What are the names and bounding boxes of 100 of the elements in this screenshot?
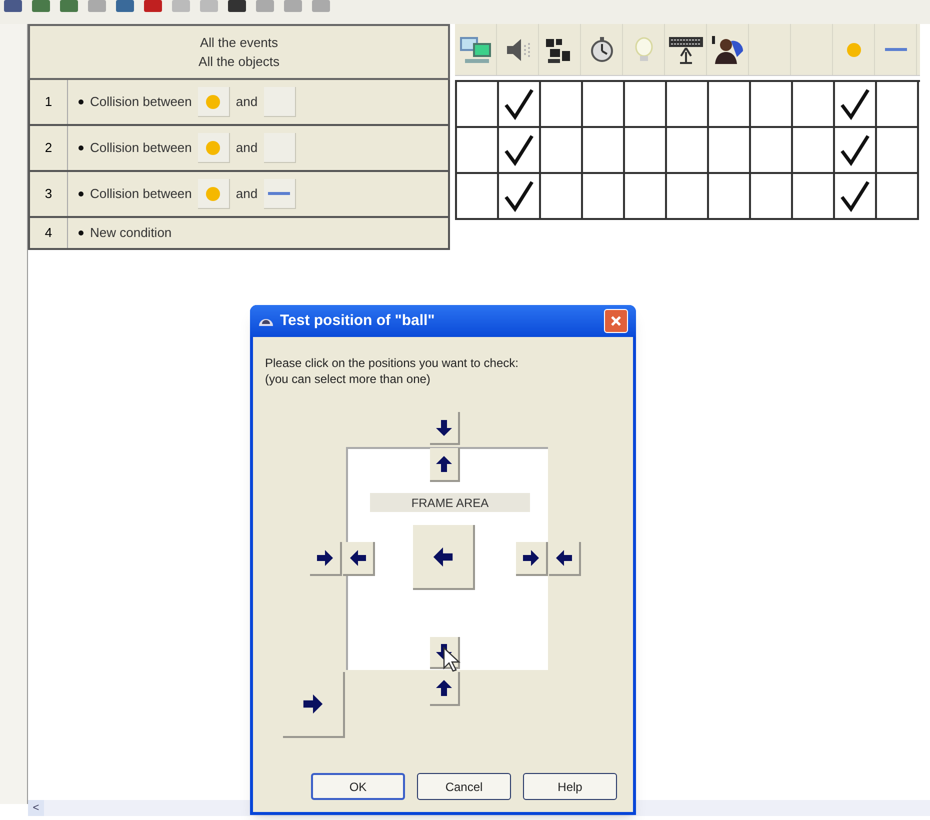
dialog-button[interactable]: Cancel: [417, 773, 511, 800]
event-row[interactable]: 4 New condition: [28, 218, 450, 250]
row-number: 2: [30, 126, 68, 170]
mouse-cursor-icon: [443, 647, 461, 673]
grid-cell[interactable]: [793, 174, 835, 220]
grid-cell[interactable]: [709, 174, 751, 220]
row-number: 1: [30, 80, 68, 124]
grid-cell[interactable]: [457, 128, 499, 174]
row-number: 4: [30, 218, 68, 248]
frame-area-label: FRAME AREA: [370, 493, 530, 512]
grid-cell[interactable]: [751, 82, 793, 128]
condition-text: Collision between: [90, 139, 192, 158]
object-thumbnail[interactable]: [198, 87, 230, 117]
position-button[interactable]: [430, 448, 460, 482]
left-arrow-icon: [431, 544, 455, 568]
condition-text: and: [236, 185, 258, 204]
grid-cell[interactable]: [499, 174, 541, 220]
object-thumbnail[interactable]: [264, 133, 296, 163]
toolbar-icon[interactable]: [226, 0, 248, 14]
line-icon: [884, 48, 906, 52]
condition-text: and: [236, 93, 258, 112]
grid-cell[interactable]: [457, 82, 499, 128]
line-icon: [268, 192, 290, 196]
instruction-text: Please click on the positions you want to check:: [265, 355, 520, 371]
dialog-button[interactable]: OK: [311, 773, 405, 800]
grid-cell[interactable]: [667, 82, 709, 128]
grid-cell[interactable]: [793, 82, 835, 128]
grid-cell[interactable]: [541, 82, 583, 128]
check-icon: [502, 87, 536, 121]
grid-cell[interactable]: [709, 82, 751, 128]
position-button[interactable]: [430, 672, 460, 706]
right-arrow-icon: [301, 692, 325, 716]
down-arrow-icon: [434, 418, 454, 438]
toolbar-icon[interactable]: [142, 0, 164, 14]
grid-cell[interactable]: [625, 128, 667, 174]
left-arrow-icon: [554, 548, 574, 568]
check-icon: [838, 87, 872, 121]
player-icon: [710, 34, 744, 64]
ball-icon: [205, 140, 222, 156]
grid-cell[interactable]: [583, 82, 625, 128]
bullet-icon: [78, 230, 84, 236]
event-row[interactable]: 2 Collision between and: [28, 126, 450, 172]
grid-cell[interactable]: [499, 128, 541, 174]
position-button[interactable]: [413, 525, 475, 590]
grid-cell[interactable]: [835, 174, 877, 220]
position-button[interactable]: [343, 542, 375, 576]
position-button[interactable]: [549, 542, 581, 576]
instruction-text: (you can select more than one): [265, 371, 432, 387]
up-arrow-icon: [434, 454, 454, 474]
bullet-icon: [78, 99, 84, 105]
condition-text: Collision between: [90, 93, 192, 112]
toolbar-icon[interactable]: [114, 0, 136, 14]
grid-cell[interactable]: [877, 174, 919, 220]
grid-cell[interactable]: [499, 82, 541, 128]
condition-text: Collision between: [90, 185, 192, 204]
grid-cell[interactable]: [751, 128, 793, 174]
grid-cell[interactable]: [541, 128, 583, 174]
grid-cell[interactable]: [667, 174, 709, 220]
bullet-icon: [78, 145, 84, 151]
grid-cell[interactable]: [793, 128, 835, 174]
grid-cell[interactable]: [667, 128, 709, 174]
ball-icon: [846, 42, 862, 58]
dialog-title: Test position of "ball": [280, 310, 436, 331]
position-button[interactable]: [516, 542, 548, 576]
close-icon: [610, 315, 622, 327]
grid-cell[interactable]: [877, 128, 919, 174]
grid-cell[interactable]: [877, 82, 919, 128]
object-thumbnail[interactable]: [198, 133, 230, 163]
header-text: All the events: [200, 34, 278, 52]
row-number: 3: [30, 172, 68, 216]
grid-cell[interactable]: [625, 174, 667, 220]
grid-cell[interactable]: [625, 82, 667, 128]
dialog-button[interactable]: Help: [523, 773, 617, 800]
event-row[interactable]: 3 Collision between and: [28, 172, 450, 218]
bullet-icon: [78, 191, 84, 197]
grid-cell[interactable]: [583, 128, 625, 174]
scroll-left-button[interactable]: <: [28, 800, 44, 816]
ball-icon: [205, 94, 222, 110]
condition-text: New condition: [90, 224, 172, 242]
condition-text: and: [236, 139, 258, 158]
object-thumbnail[interactable]: [264, 179, 296, 209]
ball-icon: [205, 186, 222, 202]
object-thumbnail[interactable]: [264, 87, 296, 117]
grid-cell[interactable]: [751, 174, 793, 220]
grid-cell[interactable]: [457, 174, 499, 220]
grid-cell[interactable]: [835, 82, 877, 128]
check-icon: [502, 133, 536, 167]
grid-cell[interactable]: [541, 174, 583, 220]
object-thumbnail[interactable]: [198, 179, 230, 209]
toolbar-icon[interactable]: [2, 0, 24, 14]
event-row[interactable]: 1 Collision between and: [28, 80, 450, 126]
computers-icon: [458, 34, 492, 64]
close-button[interactable]: [604, 309, 628, 333]
keyboard-icon: [668, 34, 704, 64]
check-icon: [502, 179, 536, 213]
stopwatch-icon: [588, 34, 614, 64]
right-arrow-icon: [315, 548, 335, 568]
grid-cell[interactable]: [835, 128, 877, 174]
grid-cell[interactable]: [583, 174, 625, 220]
grid-cell[interactable]: [709, 128, 751, 174]
